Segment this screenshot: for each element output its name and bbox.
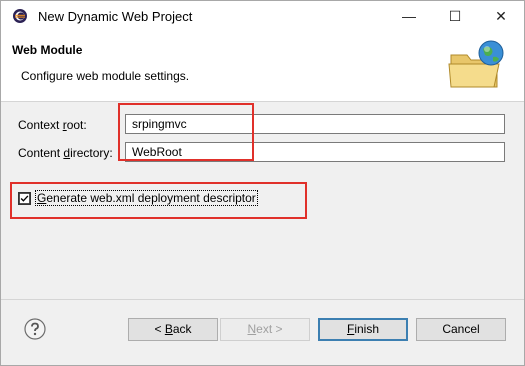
maximize-button[interactable]: ☐ <box>432 1 478 31</box>
footer-divider <box>1 299 524 300</box>
dialog-window: New Dynamic Web Project — ☐ ✕ Web Module… <box>0 0 525 366</box>
back-button[interactable]: < Back <box>128 318 218 341</box>
page-title: Web Module <box>12 43 83 57</box>
form-area: Context root: Content directory: Generat… <box>1 103 524 299</box>
context-root-label: Context root: <box>18 118 87 132</box>
minimize-button[interactable]: — <box>386 1 432 31</box>
eclipse-icon <box>13 9 27 23</box>
generate-descriptor-checkbox[interactable] <box>18 192 31 205</box>
window-title: New Dynamic Web Project <box>38 9 193 24</box>
generate-descriptor-label[interactable]: Generate web.xml deployment descriptor <box>35 190 258 206</box>
close-button[interactable]: ✕ <box>478 1 524 31</box>
content-directory-input[interactable] <box>125 142 505 162</box>
next-button[interactable]: Next > <box>220 318 310 341</box>
title-bar[interactable]: New Dynamic Web Project — ☐ ✕ <box>1 1 524 31</box>
help-icon[interactable] <box>24 318 46 340</box>
page-description: Configure web module settings. <box>21 69 190 83</box>
cancel-button[interactable]: Cancel <box>416 318 506 341</box>
finish-button[interactable]: Finish <box>318 318 408 341</box>
context-root-input[interactable] <box>125 114 505 134</box>
folder-globe-icon <box>448 40 504 88</box>
content-directory-label: Content directory: <box>18 146 113 160</box>
wizard-header: Web Module Configure web module settings… <box>1 31 524 102</box>
